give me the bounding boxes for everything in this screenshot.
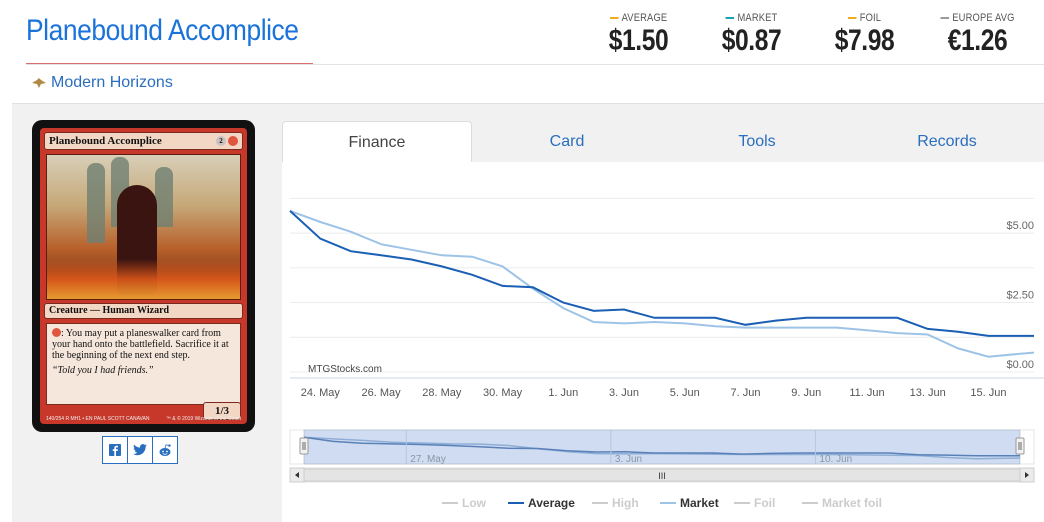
price-average: AVERAGE $1.50	[582, 12, 695, 58]
price-history-chart: $0.00 $2.50 $5.00 24. May 26. May 28. May 30. …	[282, 162, 1044, 522]
share-facebook-button[interactable]	[102, 436, 128, 464]
card-name-bar: Planebound Accomplice 2	[44, 132, 243, 150]
card-collector-number: 140/254 R	[46, 416, 70, 422]
page-title: Planebound Accomplice	[26, 14, 299, 47]
price-label-text: AVERAGE	[621, 12, 668, 24]
tab-card[interactable]: Card	[472, 121, 662, 162]
navigator-label: 27. May	[410, 454, 446, 465]
x-tick-label: 11. Jun	[849, 387, 884, 399]
x-tick-label: 9. Jun	[791, 387, 821, 399]
price-value: $7.98	[834, 24, 895, 57]
legend-item-market-foil[interactable]: Market foil	[822, 496, 882, 510]
legend-item-high[interactable]: High	[612, 496, 639, 510]
price-label: FOIL	[816, 12, 912, 24]
card-copyright: ™ & © 2019 Wizards of the Coast	[165, 416, 241, 422]
x-tick-label: 30. May	[483, 387, 523, 399]
card-flavor-text: “Told you I had friends.”	[52, 365, 154, 376]
price-label-text: EUROPE AVG	[952, 12, 1015, 24]
card-rules-box: : You may put a planeswalker card from y…	[46, 323, 241, 405]
card-artist: PAUL SCOTT CANAVAN	[93, 416, 150, 422]
x-tick-label: 13. Jun	[910, 387, 946, 399]
set-name: Modern Horizons	[51, 74, 173, 91]
price-value: $1.50	[608, 24, 669, 57]
legend-item-average[interactable]: Average	[528, 496, 575, 510]
set-link[interactable]: Modern Horizons	[32, 74, 173, 92]
share-buttons	[102, 436, 178, 464]
navigator-label: 3. Jun	[615, 454, 642, 465]
legend-dash-icon	[940, 17, 949, 19]
tab-records[interactable]: Records	[852, 121, 1042, 162]
x-tick-label: 28. May	[422, 387, 462, 399]
art-fire	[47, 259, 240, 299]
legend-item-foil[interactable]: Foil	[754, 496, 775, 510]
share-reddit-button[interactable]	[152, 436, 178, 464]
card-art	[46, 154, 241, 300]
detail-tabs: Finance Card Tools Records	[282, 121, 1044, 162]
card-frame: Planebound Accomplice 2 Creature — Human…	[40, 128, 247, 424]
price-label-text: FOIL	[859, 12, 882, 24]
navigator-right-handle[interactable]	[1015, 437, 1025, 455]
card-name: Planebound Accomplice	[49, 135, 162, 147]
tap-red-mana-icon	[52, 328, 61, 337]
price-label-text: MARKET	[737, 12, 778, 24]
chart-watermark: MTGStocks.com	[308, 364, 382, 375]
price-value: $0.87	[721, 24, 782, 57]
red-mana-icon	[228, 136, 238, 146]
price-foil: FOIL $7.98	[808, 12, 921, 58]
tab-finance[interactable]: Finance	[282, 121, 472, 162]
x-tick-label: 3. Jun	[609, 387, 639, 399]
card-image[interactable]: Planebound Accomplice 2 Creature — Human…	[32, 120, 255, 432]
legend-dash-icon	[725, 17, 735, 19]
legend-dash-icon	[847, 17, 857, 19]
series-line-average	[289, 210, 1034, 337]
art-spire	[87, 163, 105, 243]
reddit-icon	[159, 443, 171, 456]
twitter-icon	[133, 444, 147, 456]
art-spire	[155, 167, 173, 227]
price-summary: AVERAGE $1.50 MARKET $0.87 FOIL $7.98 EUROPE A…	[582, 12, 1034, 58]
navigator-left-handle[interactable]	[299, 437, 309, 455]
price-label: MARKET	[703, 12, 799, 24]
price-label: AVERAGE	[590, 12, 686, 24]
x-tick-label: 5. Jun	[670, 387, 700, 399]
tab-tools[interactable]: Tools	[662, 121, 852, 162]
y-tick-label: $0.00	[1006, 359, 1034, 371]
price-europe-avg: EUROPE AVG €1.26	[921, 12, 1034, 58]
mana-cost: 2	[216, 136, 238, 146]
legend-dash-icon	[609, 17, 619, 19]
card-set-code: MH1 • EN	[70, 416, 93, 422]
x-tick-label: 7. Jun	[731, 387, 761, 399]
card-type-line: Creature — Human Wizard	[44, 303, 243, 319]
legend-item-market[interactable]: Market	[680, 496, 719, 510]
y-tick-label: $5.00	[1006, 220, 1034, 232]
x-tick-label: 24. May	[301, 387, 341, 399]
price-label: EUROPE AVG	[929, 12, 1025, 24]
chart-svg: $0.00 $2.50 $5.00 24. May 26. May 28. May 30. …	[289, 197, 1044, 510]
main-panel: Planebound Accomplice 2 Creature — Human…	[12, 103, 1044, 522]
price-value: €1.26	[947, 24, 1008, 57]
scrollbar-grip: III	[658, 471, 666, 481]
set-symbol-icon	[32, 78, 46, 88]
legend-item-low[interactable]: Low	[462, 496, 487, 510]
header-divider	[26, 64, 1044, 65]
price-market: MARKET $0.87	[695, 12, 808, 58]
share-twitter-button[interactable]	[127, 436, 153, 464]
generic-mana-icon: 2	[216, 136, 226, 146]
card-footer: 140/254 R MH1 • EN PAUL SCOTT CANAVAN ™ …	[46, 416, 241, 422]
x-tick-label: 1. Jun	[548, 387, 578, 399]
x-tick-label: 26. May	[362, 387, 402, 399]
card-rules-text: : You may put a planeswalker card from y…	[52, 328, 229, 361]
x-tick-label: 15. Jun	[970, 387, 1006, 399]
y-tick-label: $2.50	[1006, 290, 1034, 302]
page: Planebound Accomplice Modern Horizons AV…	[0, 0, 1044, 522]
facebook-icon	[109, 444, 121, 456]
navigator-label: 10. Jun	[819, 454, 852, 465]
